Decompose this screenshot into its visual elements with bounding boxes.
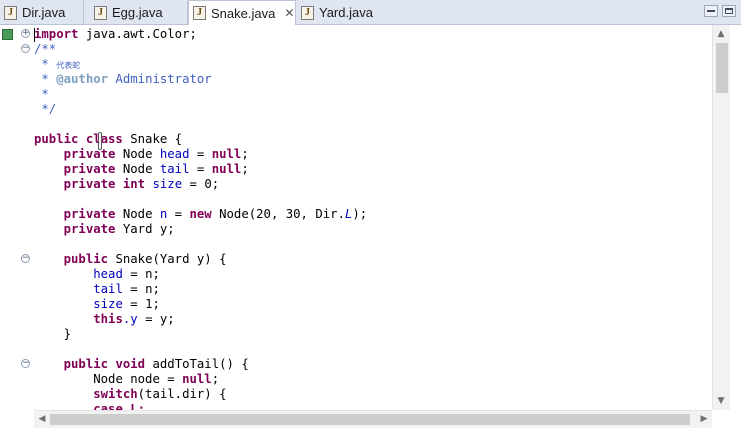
code-line: } xyxy=(63,327,72,341)
code-line: public Snake(Yard y) { xyxy=(63,252,227,266)
minimize-button[interactable] xyxy=(704,5,718,17)
tab-label: Egg.java xyxy=(112,5,163,20)
tab-label: Snake.java xyxy=(211,5,276,21)
maximize-icon xyxy=(725,8,733,14)
tab-yard-java[interactable]: J Yard.java xyxy=(297,1,383,24)
code-line: * xyxy=(34,87,49,101)
code-line: public class Snake { xyxy=(34,132,183,146)
scroll-right-icon[interactable]: ▶ xyxy=(696,413,712,425)
code-line: case L: xyxy=(93,402,146,410)
text-caret xyxy=(34,28,35,42)
java-file-icon: J xyxy=(301,5,314,20)
tab-snake-java[interactable]: J Snake.java ✕ xyxy=(188,0,296,25)
code-line: switch(tail.dir) { xyxy=(93,387,227,401)
code-line: private int size = 0; xyxy=(63,177,220,191)
fold-collapse-icon[interactable]: − xyxy=(21,254,30,263)
tab-label: Dir.java xyxy=(22,5,66,20)
code-editor[interactable]: import java.awt.Color; /** * 代表蛇 * @auth… xyxy=(34,26,710,410)
tab-egg-java[interactable]: J Egg.java xyxy=(90,1,188,24)
code-line: * @author Administrator xyxy=(34,72,212,86)
vertical-scroll-thumb[interactable] xyxy=(716,43,728,93)
tab-dir-java[interactable]: J Dir.java xyxy=(0,1,84,24)
code-line: private Node tail = null; xyxy=(63,162,249,176)
code-line: private Yard y; xyxy=(63,222,175,236)
vertical-scrollbar[interactable]: ▲ ▼ xyxy=(712,25,730,410)
code-line: /** xyxy=(34,42,57,56)
java-file-icon: J xyxy=(193,6,206,20)
java-file-icon: J xyxy=(4,5,17,20)
minimize-icon xyxy=(707,10,715,12)
code-line: import java.awt.Color; xyxy=(34,27,197,41)
fold-collapse-icon[interactable]: − xyxy=(21,359,30,368)
scroll-up-icon[interactable]: ▲ xyxy=(713,28,729,40)
code-line: */ xyxy=(34,102,57,116)
horizontal-scrollbar[interactable]: ◀ ▶ xyxy=(34,410,712,428)
code-line: this.y = y; xyxy=(93,312,175,326)
code-line: private Node n = new Node(20, 30, Dir.L)… xyxy=(63,207,368,221)
code-line: head = n; xyxy=(93,267,160,281)
tab-label: Yard.java xyxy=(319,5,373,20)
horizontal-scroll-thumb[interactable] xyxy=(50,414,690,425)
scroll-left-icon[interactable]: ◀ xyxy=(34,413,50,425)
code-line: size = 1; xyxy=(93,297,160,311)
fold-collapse-icon[interactable]: − xyxy=(21,44,30,53)
code-line: * 代表蛇 xyxy=(34,57,81,71)
code-line: private Node head = null; xyxy=(63,147,249,161)
overview-marker xyxy=(2,29,13,40)
mouse-ibeam-cursor xyxy=(98,132,102,150)
scroll-down-icon[interactable]: ▼ xyxy=(713,395,729,407)
folding-column: + − − − xyxy=(18,25,32,410)
code-line: public void addToTail() { xyxy=(63,357,249,371)
fold-expand-icon[interactable]: + xyxy=(21,29,30,38)
editor-tab-bar: J Dir.java J Egg.java J Snake.java ✕ J Y… xyxy=(0,0,741,25)
maximize-button[interactable] xyxy=(722,5,736,17)
java-file-icon: J xyxy=(94,5,107,20)
code-line: tail = n; xyxy=(93,282,160,296)
vertical-ruler xyxy=(0,25,18,410)
code-line: Node node = null; xyxy=(93,372,220,386)
close-icon[interactable]: ✕ xyxy=(284,6,294,20)
